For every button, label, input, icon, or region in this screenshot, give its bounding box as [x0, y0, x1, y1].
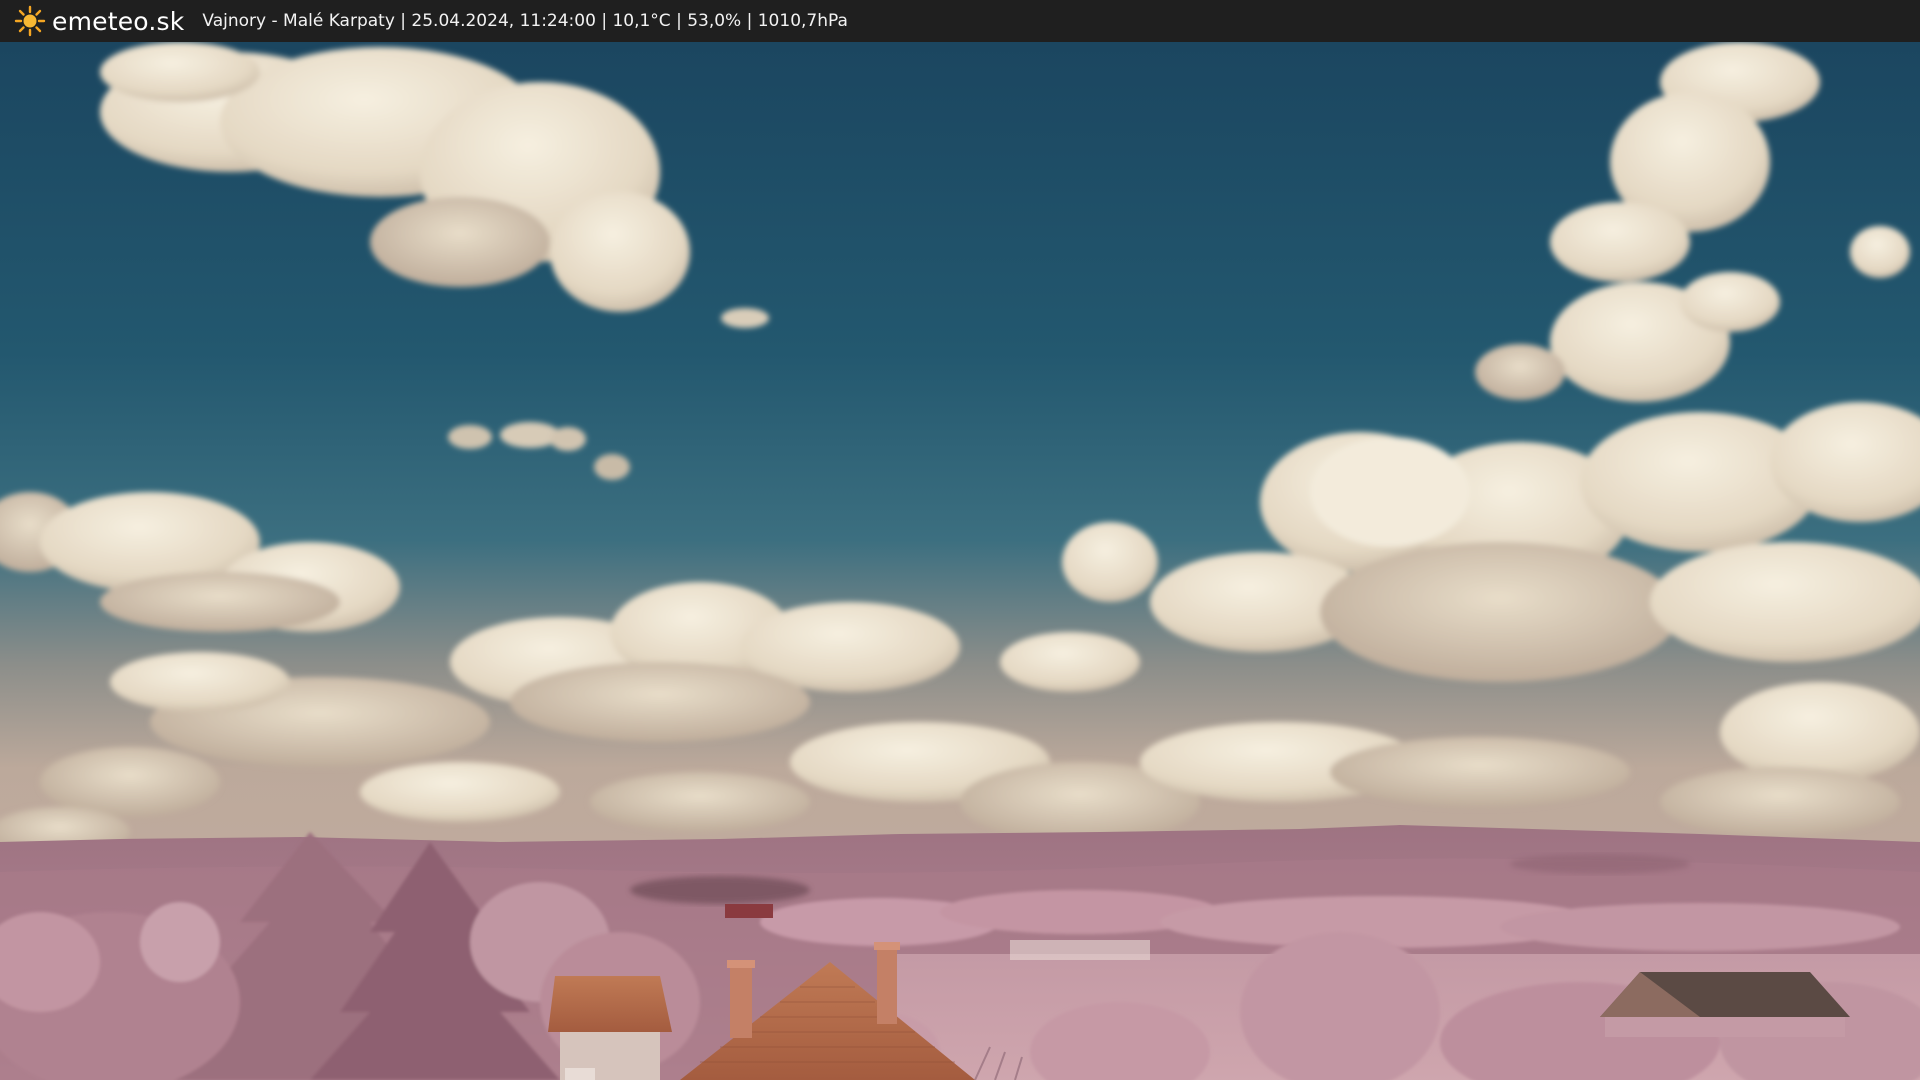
webcam-frame: emeteo.sk Vajnory - Malé Karpaty | 25.04…: [0, 0, 1920, 1080]
landscape-scene: [0, 42, 1920, 1080]
webcam-image: [0, 42, 1920, 1080]
header-bar: emeteo.sk Vajnory - Malé Karpaty | 25.04…: [0, 0, 1920, 42]
weather-info-text: Vajnory - Malé Karpaty | 25.04.2024, 11:…: [202, 11, 848, 31]
brand-name: emeteo.sk: [52, 6, 185, 36]
logo[interactable]: emeteo.sk: [14, 5, 184, 37]
sun-icon: [14, 5, 46, 37]
